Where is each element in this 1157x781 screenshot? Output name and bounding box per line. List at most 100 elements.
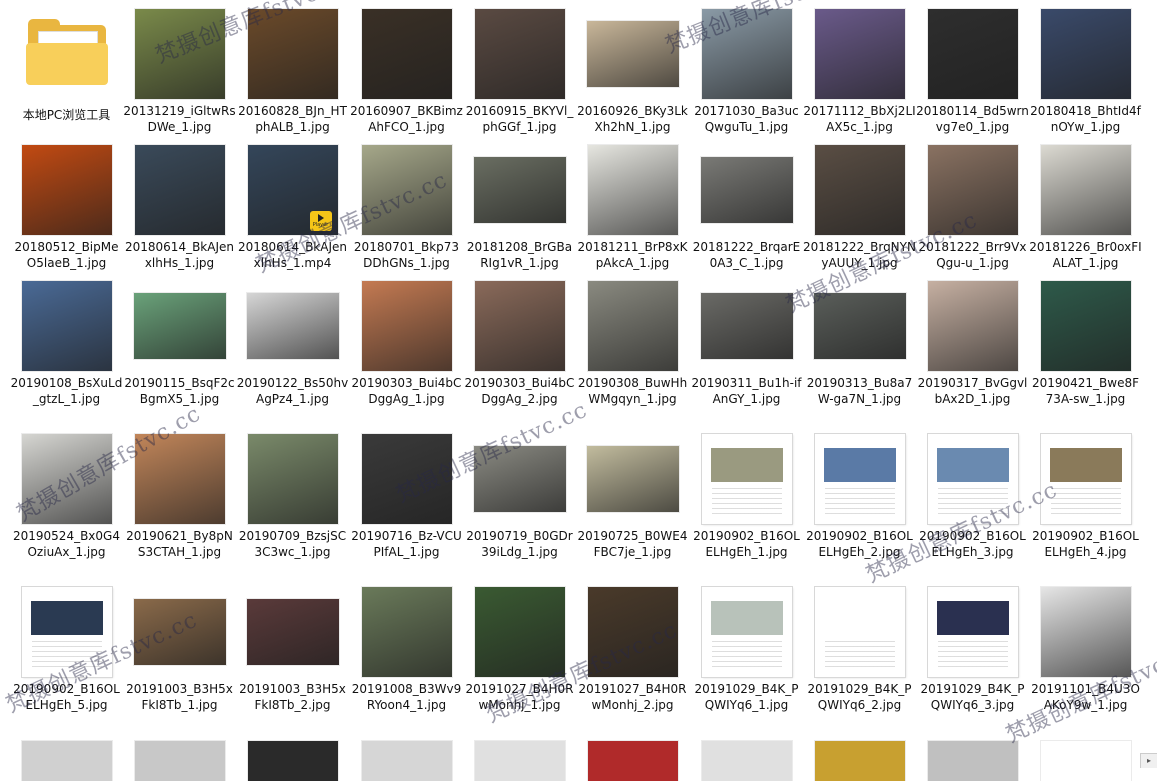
image-thumbnail [361,587,452,677]
file-item[interactable]: 20190902_B16OLELHgEh_1.jpg [690,431,803,571]
file-item[interactable]: 20190902_B16OLELHgEh_4.jpg [1029,431,1142,571]
file-name-label: 20191029_B4K_PQWIYq6_2.jpg [807,682,912,712]
file-name-label: 20190902_B16OLELHgEh_3.jpg [919,529,1026,559]
file-thumb-wrap [123,431,236,527]
file-thumb-wrap [236,584,349,680]
folder-icon [24,19,110,89]
file-item[interactable]: 20160828_BJn_HTphALB_1.jpg [236,6,349,146]
partial-thumbnail[interactable] [22,741,112,781]
file-name-label: 20190709_BzsjSC3C3wc_1.jpg [238,529,347,559]
image-thumbnail [133,293,226,359]
partial-thumbnail[interactable] [815,741,905,781]
file-name-label: 20190902_B16OLELHgEh_5.jpg [13,682,120,712]
partial-thumbnail[interactable] [362,741,452,781]
partial-thumbnail[interactable] [135,741,225,781]
file-thumb-wrap [803,278,916,374]
file-name-label: 20190303_Bui4bCDggAg_2.jpg [464,376,575,406]
file-item[interactable]: 20160926_BKy3LkXh2hN_1.jpg [576,6,689,146]
file-item[interactable]: 20181226_Br0oxFIALAT_1.jpg [1029,142,1142,282]
partial-thumbnail[interactable] [588,741,678,781]
image-thumbnail [474,587,565,677]
scroll-down-arrow[interactable]: ▸ [1140,753,1157,768]
partial-thumbnail[interactable] [928,741,1018,781]
file-item[interactable]: 20180701_Bkp73DDhGNs_1.jpg [350,142,463,282]
document-thumbnail [21,587,112,677]
file-item[interactable]: 20191029_B4K_PQWIYq6_2.jpg [803,584,916,724]
file-item[interactable]: 20190311_Bu1h-ifAnGY_1.jpg [690,278,803,418]
file-item[interactable]: 20190308_BuwHhWMgqyn_1.jpg [576,278,689,418]
partial-thumbnail[interactable] [702,741,792,781]
file-item[interactable]: 20190902_B16OLELHgEh_2.jpg [803,431,916,571]
file-thumb-wrap [576,278,689,374]
file-item[interactable]: 20191101_B4U3OAKoY9w_1.jpg [1029,584,1142,724]
file-item[interactable]: 20190902_B16OLELHgEh_5.jpg [10,584,123,724]
file-item[interactable]: 20131219_iGltwRsDWe_1.jpg [123,6,236,146]
file-item[interactable]: 20171030_Ba3ucQwguTu_1.jpg [690,6,803,146]
file-item[interactable]: 20190621_By8pNS3CTAH_1.jpg [123,431,236,571]
document-thumbnail [701,587,792,677]
file-name-label: 20191008_B3Wv9RYoon4_1.jpg [351,682,462,712]
file-item[interactable]: 20180614_BkAJenxlhHs_1.jpg [123,142,236,282]
file-thumb-wrap [1029,6,1142,102]
image-thumbnail [361,145,452,235]
file-item[interactable]: 20181222_BrqarE0A3_C_1.jpg [690,142,803,282]
file-item[interactable]: 20160907_BKBimzAhFCO_1.jpg [350,6,463,146]
file-item[interactable]: 20181222_BrqNYNyAUUY_1.jpg [803,142,916,282]
file-item[interactable]: 20190716_Bz-VCUPIfAL_1.jpg [350,431,463,571]
file-item[interactable]: 20181211_BrP8xKpAkcA_1.jpg [576,142,689,282]
file-item[interactable]: 20180512_BipMeO5laeB_1.jpg [10,142,123,282]
file-item[interactable]: 20191029_B4K_PQWIYq6_3.jpg [916,584,1029,724]
file-thumb-wrap [576,142,689,238]
file-thumb-wrap [123,278,236,374]
file-name-label: 20180512_BipMeO5laeB_1.jpg [14,240,119,270]
file-item[interactable]: 20180418_BhtId4fnOYw_1.jpg [1029,6,1142,146]
file-name-label: 20131219_iGltwRsDWe_1.jpg [123,104,236,134]
file-name-label: 20180614_BkAJenxlhHs_1.mp4 [238,240,347,270]
file-thumb-wrap [463,278,576,374]
file-item[interactable]: 20190719_B0GDr39iLdg_1.jpg [463,431,576,571]
image-thumbnail [134,145,225,235]
file-item[interactable]: 20160915_BKYVl_phGGf_1.jpg [463,6,576,146]
file-thumb-wrap [803,6,916,102]
file-item[interactable]: 20171112_BbXj2LIAX5c_1.jpg [803,6,916,146]
file-name-label: 20190421_Bwe8F73A-sw_1.jpg [1031,376,1140,406]
folder-item[interactable]: 本地PC浏览工具 [10,6,123,146]
image-thumbnail [247,9,338,99]
file-item[interactable]: 20191003_B3H5xFkI8Tb_2.jpg [236,584,349,724]
file-item[interactable]: 20190313_Bu8a7W-ga7N_1.jpg [803,278,916,418]
file-item[interactable]: 20190303_Bui4bCDggAg_1.jpg [350,278,463,418]
file-item[interactable]: 20190317_BvGgvlbAx2D_1.jpg [916,278,1029,418]
file-item[interactable]: Player 20180614_BkAJenxlhHs_1.mp4 [236,142,349,282]
file-item[interactable]: 20190108_BsXuLd_gtzL_1.jpg [10,278,123,418]
image-thumbnail [814,9,905,99]
file-name-label: 20191003_B3H5xFkI8Tb_1.jpg [126,682,233,712]
document-thumbnail [927,587,1018,677]
file-item[interactable]: 20191027_B4H0RwMonhj_2.jpg [576,584,689,724]
file-thumb-wrap [690,584,803,680]
file-thumb-wrap [803,142,916,238]
file-item[interactable]: 20190709_BzsjSC3C3wc_1.jpg [236,431,349,571]
file-item[interactable]: 20191029_B4K_PQWIYq6_1.jpg [690,584,803,724]
image-thumbnail [21,434,112,524]
file-item[interactable]: 20190303_Bui4bCDggAg_2.jpg [463,278,576,418]
file-item[interactable]: 20190122_Bs50hvAgPz4_1.jpg [236,278,349,418]
file-thumb-wrap [123,6,236,102]
partial-thumbnail[interactable] [248,741,338,781]
file-item[interactable]: 20191027_B4H0RwMonhj_1.jpg [463,584,576,724]
partial-thumbnail[interactable] [1041,741,1131,781]
file-item[interactable]: 20190115_BsqF2cBgmX5_1.jpg [123,278,236,418]
file-item[interactable]: 20181208_BrGBaRIg1vR_1.jpg [463,142,576,282]
file-item[interactable]: 20190524_Bx0G4OziuAx_1.jpg [10,431,123,571]
file-item[interactable]: 20181222_Brr9VxQgu-u_1.jpg [916,142,1029,282]
file-item[interactable]: 20191008_B3Wv9RYoon4_1.jpg [350,584,463,724]
image-thumbnail [133,599,226,665]
image-thumbnail [1040,9,1131,99]
file-item[interactable]: 20190725_B0WE4FBC7je_1.jpg [576,431,689,571]
image-thumbnail [927,9,1018,99]
partial-thumbnail[interactable] [475,741,565,781]
file-thumb-wrap [236,6,349,102]
file-item[interactable]: 20190902_B16OLELHgEh_3.jpg [916,431,1029,571]
file-item[interactable]: 20190421_Bwe8F73A-sw_1.jpg [1029,278,1142,418]
file-item[interactable]: 20180114_Bd5wrnvg7e0_1.jpg [916,6,1029,146]
file-item[interactable]: 20191003_B3H5xFkI8Tb_1.jpg [123,584,236,724]
